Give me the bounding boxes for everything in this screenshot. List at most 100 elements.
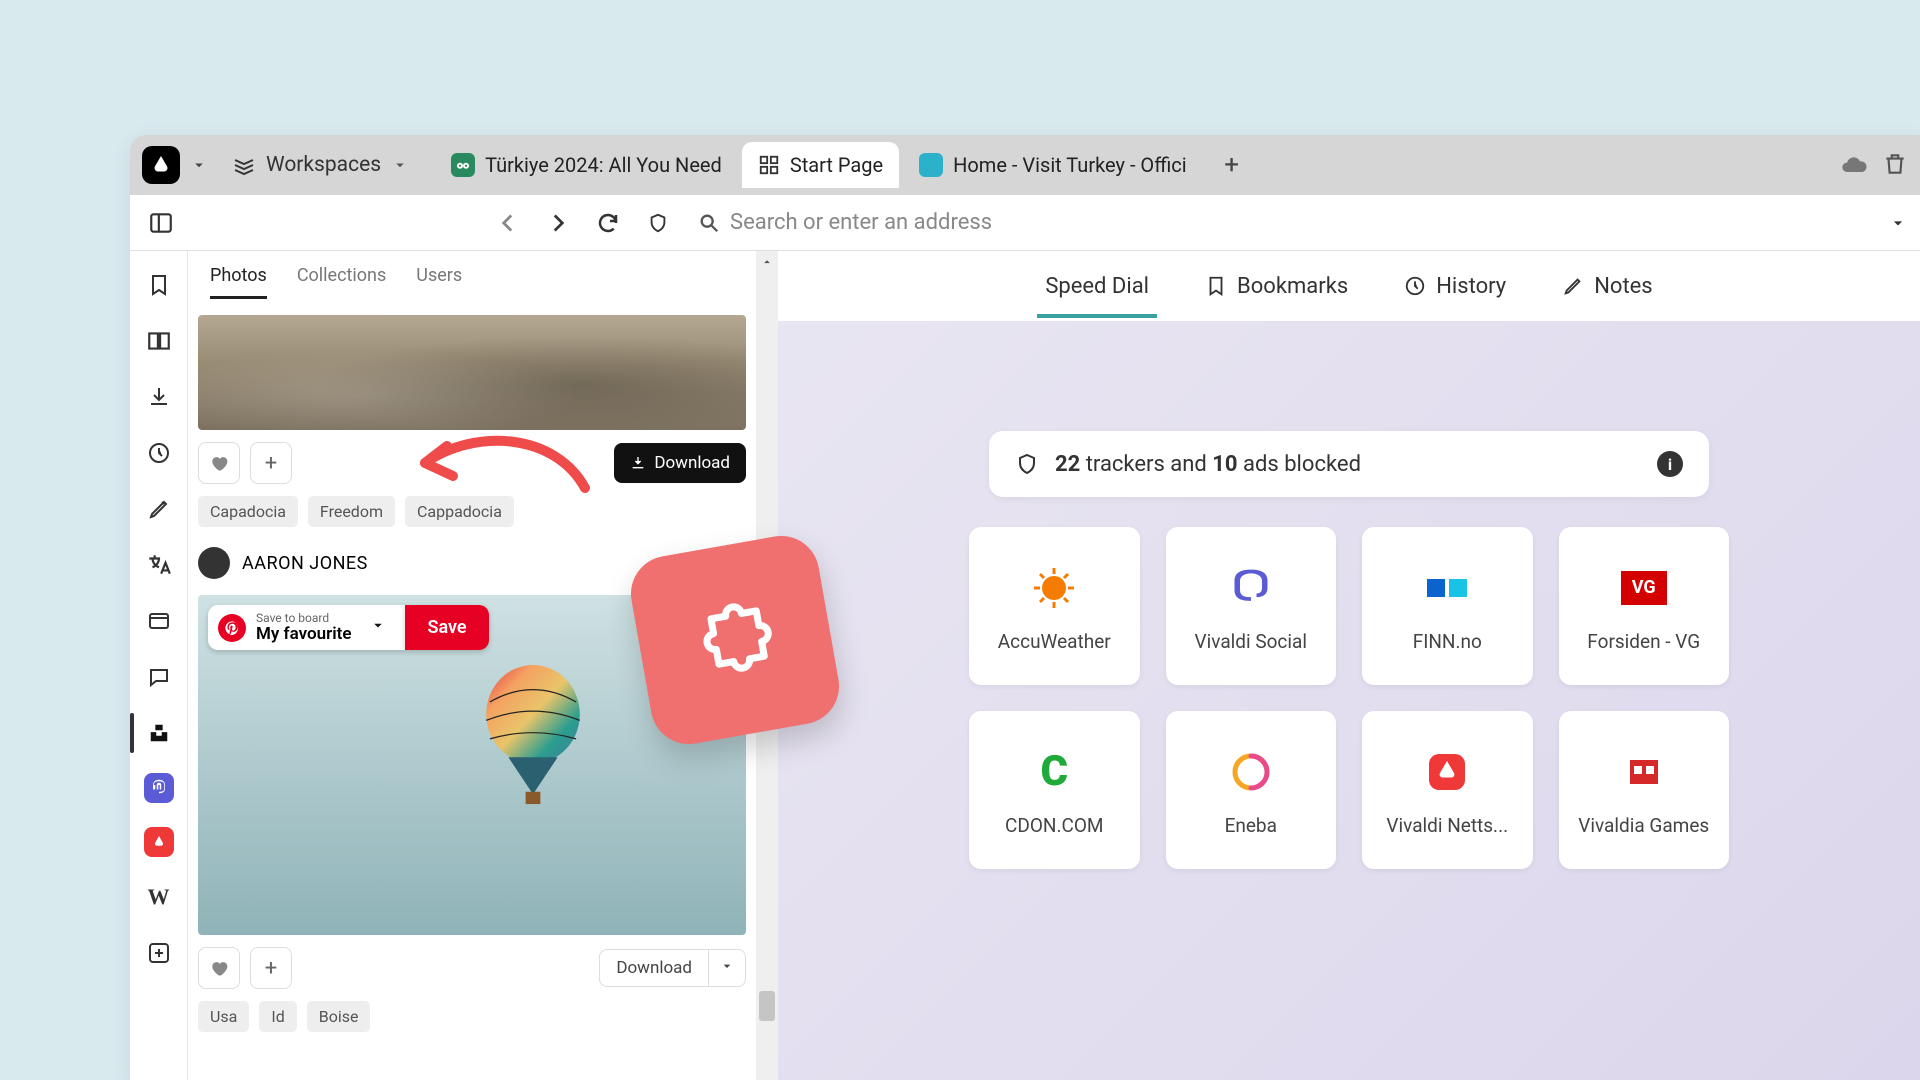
- accuweather-icon: [1026, 560, 1082, 616]
- tile-label: CDON.COM: [1005, 814, 1104, 837]
- nav-speed-dial[interactable]: Speed Dial: [1037, 256, 1157, 317]
- add-panel-button[interactable]: [143, 937, 175, 969]
- start-page: Speed Dial Bookmarks History Notes 22 tr…: [778, 251, 1920, 1080]
- address-dropdown-icon[interactable]: [1888, 213, 1908, 233]
- forward-button[interactable]: [536, 201, 580, 245]
- tripadvisor-favicon-icon: [451, 153, 475, 177]
- tile-label: FINN.no: [1413, 630, 1482, 653]
- reading-list-icon[interactable]: [143, 325, 175, 357]
- bookmarks-panel-icon[interactable]: [143, 269, 175, 301]
- tile-cdon[interactable]: C CDON.COM: [969, 711, 1140, 869]
- download-split-button[interactable]: Download: [599, 949, 746, 987]
- app-menu-button[interactable]: [142, 146, 180, 184]
- download-button[interactable]: Download: [614, 443, 746, 483]
- tile-label: AccuWeather: [998, 630, 1111, 653]
- plus-icon: +: [265, 956, 277, 981]
- scroll-thumb[interactable]: [759, 991, 775, 1021]
- chevron-down-icon: [391, 156, 409, 174]
- cdon-icon: C: [1026, 744, 1082, 800]
- site-favicon-icon: [919, 153, 943, 177]
- tile-vivaldi-net[interactable]: Vivaldi Netts...: [1362, 711, 1533, 869]
- add-button[interactable]: +: [250, 442, 292, 484]
- tile-vivaldi-social[interactable]: Vivaldi Social: [1166, 527, 1337, 685]
- side-toolbar: W: [130, 251, 188, 1080]
- vivaldi-logo-icon: [149, 153, 173, 177]
- extension-badge: [625, 530, 845, 750]
- pin-board-selector[interactable]: Save to board My favourite: [208, 605, 405, 650]
- tag[interactable]: Id: [259, 1001, 296, 1032]
- downloads-panel-icon[interactable]: [143, 381, 175, 413]
- reload-button[interactable]: [586, 201, 630, 245]
- nav-notes[interactable]: Notes: [1554, 256, 1660, 317]
- panel-toggle-button[interactable]: [142, 204, 180, 242]
- vivaldia-icon: [1616, 744, 1672, 800]
- panel-icon: [148, 210, 174, 236]
- workspaces-button[interactable]: Workspaces: [220, 145, 421, 185]
- author-name: AARON JONES: [242, 553, 368, 574]
- sync-cloud-icon[interactable]: [1840, 151, 1868, 179]
- info-icon[interactable]: i: [1657, 451, 1683, 477]
- tile-label: Forsiden - VG: [1587, 630, 1700, 653]
- add-button[interactable]: +: [250, 947, 292, 989]
- mastodon-panel-icon[interactable]: [144, 773, 174, 803]
- tile-accuweather[interactable]: AccuWeather: [969, 527, 1140, 685]
- tag[interactable]: Freedom: [308, 496, 395, 527]
- board-name: My favourite: [256, 625, 351, 644]
- heart-icon: [209, 453, 229, 473]
- trash-icon[interactable]: [1882, 151, 1908, 177]
- tile-vivaldia[interactable]: Vivaldia Games: [1559, 711, 1730, 869]
- nav-label: Speed Dial: [1045, 274, 1149, 299]
- start-page-nav: Speed Dial Bookmarks History Notes: [778, 251, 1920, 321]
- finn-icon: [1419, 560, 1475, 616]
- tab-start-page[interactable]: Start Page: [742, 142, 899, 188]
- panel-tab-photos[interactable]: Photos: [210, 265, 267, 299]
- vivaldi-panel-icon[interactable]: [144, 827, 174, 857]
- pinterest-overlay: Save to board My favourite Save: [208, 605, 489, 650]
- scroll-up-icon: [756, 255, 778, 269]
- nav-history[interactable]: History: [1396, 256, 1514, 317]
- tab-visit-turkey[interactable]: Home - Visit Turkey - Offici: [903, 142, 1202, 188]
- window-panel-icon[interactable]: [143, 605, 175, 637]
- like-button[interactable]: [198, 442, 240, 484]
- panel-tab-users[interactable]: Users: [416, 265, 462, 299]
- notes-panel-icon[interactable]: [143, 493, 175, 525]
- tile-label: Eneba: [1225, 814, 1277, 837]
- chevron-down-icon[interactable]: [709, 949, 746, 987]
- browser-window: Workspaces Türkiye 2024: All You Need St…: [130, 135, 1920, 1080]
- translate-panel-icon[interactable]: [143, 549, 175, 581]
- eneba-icon: [1223, 744, 1279, 800]
- tag[interactable]: Boise: [307, 1001, 371, 1032]
- tile-label: Vivaldi Netts...: [1386, 814, 1508, 837]
- tag[interactable]: Capadocia: [198, 496, 298, 527]
- download-arrow-icon: [630, 455, 646, 471]
- chat-panel-icon[interactable]: [143, 661, 175, 693]
- pin-save-button[interactable]: Save: [405, 605, 488, 650]
- address-input[interactable]: Search or enter an address: [686, 210, 1882, 235]
- nav-label: Bookmarks: [1237, 274, 1348, 299]
- tab-turkiye[interactable]: Türkiye 2024: All You Need: [435, 142, 738, 188]
- web-panel-unsplash-icon[interactable]: [143, 717, 175, 749]
- nav-label: Notes: [1594, 274, 1652, 299]
- tag[interactable]: Usa: [198, 1001, 249, 1032]
- bookmark-icon: [1205, 275, 1227, 297]
- address-bar: Search or enter an address: [130, 195, 1920, 251]
- back-button[interactable]: [486, 201, 530, 245]
- wikipedia-panel-icon[interactable]: W: [143, 881, 175, 913]
- nav-bookmarks[interactable]: Bookmarks: [1197, 256, 1356, 317]
- shield-button[interactable]: [636, 201, 680, 245]
- tag[interactable]: Cappadocia: [405, 496, 514, 527]
- tile-vg[interactable]: VGForsiden - VG: [1559, 527, 1730, 685]
- tile-eneba[interactable]: Eneba: [1166, 711, 1337, 869]
- tab-label: Türkiye 2024: All You Need: [485, 153, 722, 177]
- like-button[interactable]: [198, 947, 240, 989]
- app-menu-caret-icon[interactable]: [190, 156, 208, 174]
- history-panel-icon[interactable]: [143, 437, 175, 469]
- tracker-banner[interactable]: 22 trackers and 10 ads blocked i: [989, 431, 1709, 497]
- photo-thumbnail[interactable]: [198, 315, 746, 430]
- search-icon: [698, 212, 720, 234]
- new-tab-button[interactable]: +: [1215, 148, 1249, 182]
- tile-finn[interactable]: FINN.no: [1362, 527, 1533, 685]
- panel-tab-collections[interactable]: Collections: [297, 265, 386, 299]
- vivaldi-icon: [1419, 744, 1475, 800]
- save-to-label: Save to board: [256, 612, 351, 625]
